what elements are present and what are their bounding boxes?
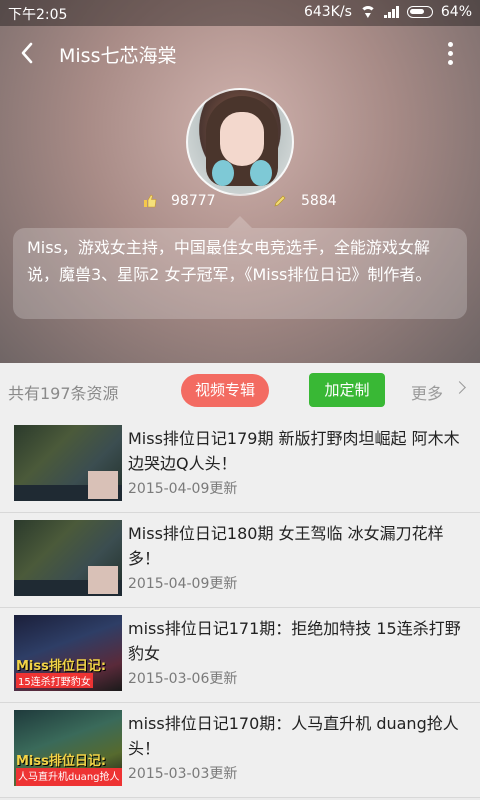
signal-icon: [383, 6, 399, 18]
video-title: Miss排位日记180期 女王驾临 冰女漏刀花样多！: [128, 524, 444, 568]
back-button[interactable]: [14, 38, 44, 68]
video-date: 2015-04-09更新: [128, 576, 238, 592]
video-list: Miss排位日记179期 新版打野肉坦崛起 阿木木边哭边Q人头！ 2015-04…: [0, 418, 480, 798]
video-date: 2015-03-03更新: [128, 766, 238, 782]
secondary-count: 5884: [301, 193, 337, 209]
video-thumbnail: Miss排位日记: 人马直升机duang抢人头: [14, 710, 122, 786]
avatar: [186, 88, 294, 196]
video-album-button[interactable]: 视频专辑: [181, 374, 269, 407]
bio-pointer: [228, 216, 252, 228]
secondary-stat: 5884: [273, 193, 337, 209]
battery-icon: [406, 6, 433, 18]
subscribe-custom-button[interactable]: 加定制: [309, 373, 385, 407]
network-speed: 643K/s: [303, 4, 352, 20]
video-thumbnail: [14, 520, 122, 596]
video-title: miss排位日记170期：人马直升机 duang抢人头！: [128, 714, 459, 758]
thumbnail-subcaption: 15连杀打野豹女: [16, 673, 93, 688]
profile-header: 下午2:05 643K/s 64% Miss七芯海棠 98777 5884 Mi…: [0, 0, 480, 363]
video-item[interactable]: Miss排位日记179期 新版打野肉坦崛起 阿木木边哭边Q人头！ 2015-04…: [0, 418, 480, 513]
video-title: Miss排位日记179期 新版打野肉坦崛起 阿木木边哭边Q人头！: [128, 429, 460, 473]
wifi-icon: [359, 6, 376, 18]
status-time: 下午2:05: [8, 7, 68, 23]
more-link[interactable]: 更多: [411, 380, 443, 404]
overflow-menu-button[interactable]: [440, 40, 460, 68]
likes-count: 98777: [171, 193, 216, 209]
thumbnail-subcaption: 人马直升机duang抢人头: [16, 768, 122, 786]
battery-percent: 64%: [440, 4, 472, 20]
pen-icon: [274, 195, 286, 207]
status-bar: 下午2:05 643K/s 64%: [0, 0, 480, 26]
likes-stat: 98777: [143, 193, 216, 209]
video-item[interactable]: Miss排位日记: 15连杀打野豹女 miss排位日记171期：拒绝加特技 15…: [0, 608, 480, 703]
video-date: 2015-03-06更新: [128, 671, 238, 687]
video-title: miss排位日记171期：拒绝加特技 15连杀打野豹女: [128, 619, 461, 663]
video-item[interactable]: Miss排位日记: 人马直升机duang抢人头 miss排位日记170期：人马直…: [0, 703, 480, 798]
resource-count: 共有197条资源: [8, 384, 119, 403]
video-thumbnail: Miss排位日记: 15连杀打野豹女: [14, 615, 122, 691]
thumbnail-caption: Miss排位日记:: [16, 754, 107, 769]
bio-text: Miss，游戏女主持，中国最佳女电竞选手，全能游戏女解说，魔兽3、星际2 女子冠…: [13, 228, 467, 319]
thumbs-up-icon: [144, 194, 157, 208]
status-indicators: 643K/s 64%: [304, 4, 472, 20]
page-title: Miss七芯海棠: [59, 45, 177, 67]
back-arrow-icon: [21, 42, 33, 64]
video-item[interactable]: Miss排位日记180期 女王驾临 冰女漏刀花样多！ 2015-04-09更新: [0, 513, 480, 608]
video-date: 2015-04-09更新: [128, 481, 238, 497]
thumbnail-caption: Miss排位日记:: [16, 659, 107, 674]
video-thumbnail: [14, 425, 122, 501]
